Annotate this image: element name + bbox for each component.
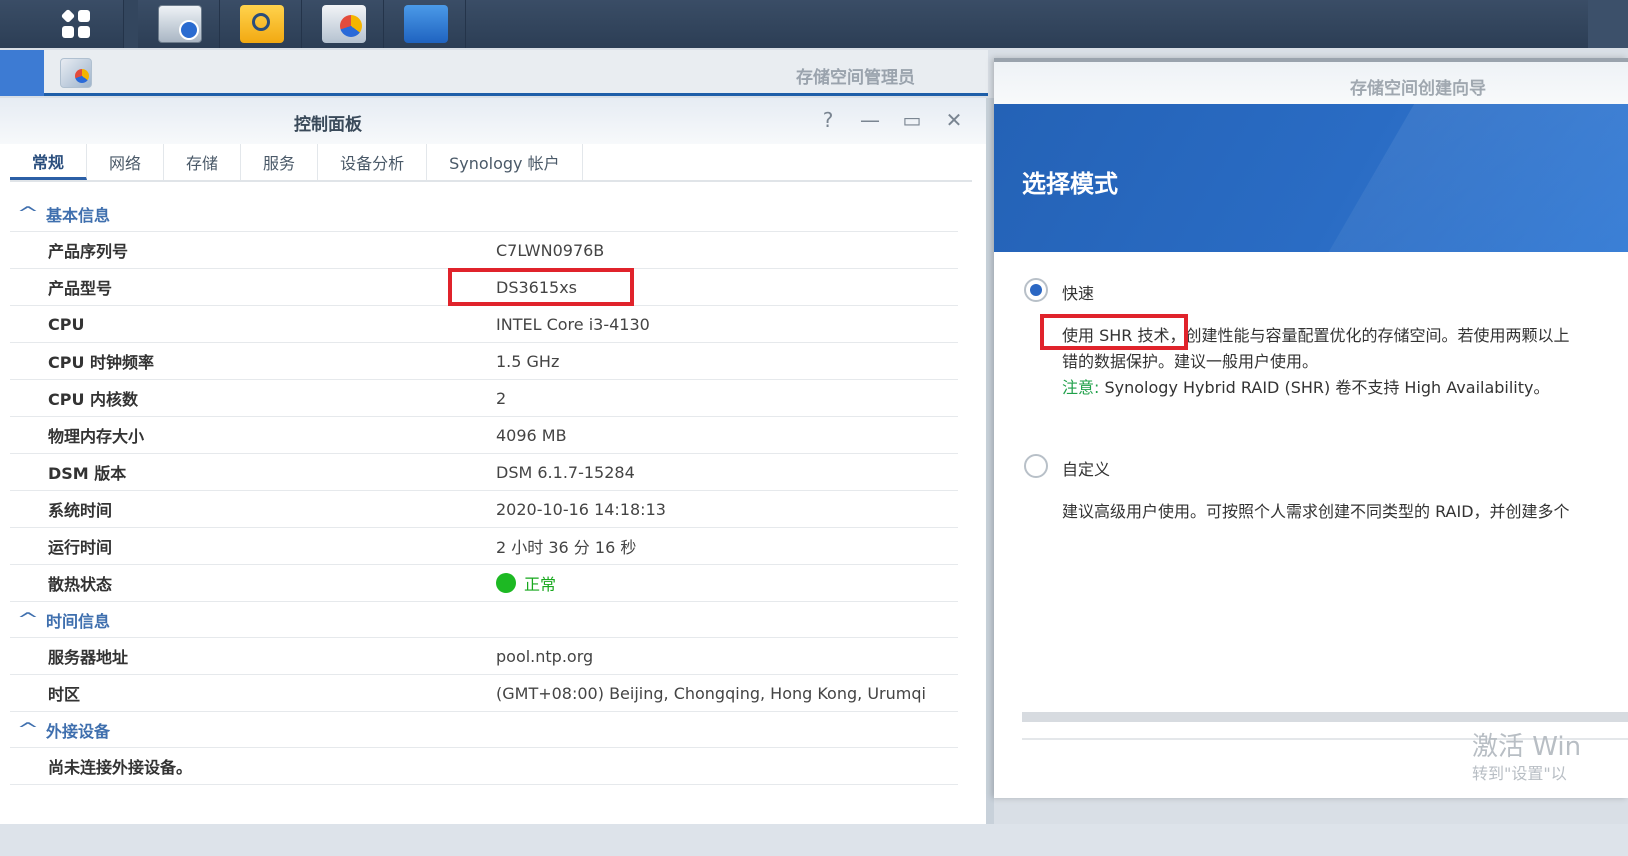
activation-watermark: 激活 Win <box>1472 732 1582 762</box>
section-label: 外接设备 <box>46 721 111 741</box>
row-key: 运行时间 <box>48 538 113 557</box>
row-value: 2 小时 36 分 16 秒 <box>496 538 637 557</box>
taskbar <box>0 0 1628 48</box>
storage-manager-title: 存储空间管理员 <box>796 68 915 88</box>
row-value: 2 <box>496 388 507 408</box>
row-key: 产品型号 <box>48 279 113 298</box>
note-text: Synology Hybrid RAID (SHR) 卷不支持 High Ava… <box>1104 378 1550 397</box>
status-ok-icon <box>496 573 516 593</box>
row-key: 时区 <box>48 685 81 704</box>
storage-wizard-window: 存储空间创建向导 选择模式 快速 使用 SHR 技术，创建性能与容量配置优化的存… <box>994 58 1628 798</box>
info-row-cpu-cores: CPU 内核数 2 <box>10 380 958 417</box>
row-key: CPU 内核数 <box>48 390 139 409</box>
row-key: 系统时间 <box>48 501 113 520</box>
info-row-ntp-server: 服务器地址 pool.ntp.org <box>10 638 958 675</box>
note-label: 注意: <box>1062 378 1100 397</box>
chevron-up-icon[interactable]: ^ <box>1 719 55 740</box>
storage-manager-icon <box>60 58 92 88</box>
info-row-cpu-clock: CPU 时钟频率 1.5 GHz <box>10 343 958 380</box>
thermal-status: 正常 <box>524 575 557 594</box>
info-row-system-time: 系统时间 2020-10-16 14:18:13 <box>10 491 958 528</box>
close-button[interactable]: ✕ <box>942 108 966 132</box>
option-custom-desc: 建议高级用户使用。可按照个人需求创建不同类型的 RAID，并创建多个 <box>1062 502 1570 521</box>
taskbar-separator <box>124 0 138 48</box>
info-row-no-devices: 尚未连接外接设备。 <box>10 748 958 785</box>
folder-icon <box>239 5 284 43</box>
row-value: 1.5 GHz <box>496 351 560 371</box>
row-key: CPU <box>48 314 85 334</box>
tab-device-analytics[interactable]: 设备分析 <box>318 144 428 180</box>
window-gap <box>986 98 994 824</box>
tab-synology-account[interactable]: Synology 帐户 <box>427 144 583 180</box>
info-row-timezone: 时区 (GMT+08:00) Beijing, Chongqing, Hong K… <box>10 675 958 712</box>
section-external-devices[interactable]: ^ 外接设备 <box>10 712 958 748</box>
row-value: DSM 6.1.7-15284 <box>496 462 635 482</box>
maximize-button[interactable]: ▭ <box>900 108 924 132</box>
wizard-banner: 选择模式 <box>994 104 1628 252</box>
help-button[interactable]: ? <box>816 108 840 132</box>
row-value: 4096 MB <box>496 425 567 445</box>
wizard-heading: 选择模式 <box>1022 170 1118 198</box>
radio-custom[interactable] <box>1024 454 1048 478</box>
row-value: pool.ntp.org <box>496 646 594 666</box>
empty-message: 尚未连接外接设备。 <box>48 758 193 777</box>
section-basic-info[interactable]: ^ 基本信息 <box>10 196 958 232</box>
option-custom-label[interactable]: 自定义 <box>1062 456 1110 480</box>
taskbar-control-panel-button[interactable] <box>140 0 220 48</box>
chevron-up-icon[interactable]: ^ <box>1 609 55 630</box>
window-edge <box>0 50 44 96</box>
row-value: INTEL Core i3-4130 <box>496 314 650 334</box>
section-label: 基本信息 <box>46 205 111 225</box>
resource-monitor-icon <box>403 5 448 43</box>
info-row-dsm-version: DSM 版本 DSM 6.1.7-15284 <box>10 454 958 491</box>
taskbar-file-station-button[interactable] <box>222 0 302 48</box>
row-value: C7LWN0976B <box>496 240 605 260</box>
row-value: 正常 <box>496 571 556 595</box>
minimize-button[interactable]: — <box>858 108 882 132</box>
control-panel-window: 控制面板 ? — ▭ ✕ 常规 网络 存储 服务 设备分析 Synology 帐… <box>0 98 986 824</box>
row-key: CPU 时钟频率 <box>48 353 155 372</box>
row-key: 产品序列号 <box>48 242 129 261</box>
wizard-title: 存储空间创建向导 <box>1350 79 1486 99</box>
info-row-serial: 产品序列号 C7LWN0976B <box>10 232 958 269</box>
info-row-memory: 物理内存大小 4096 MB <box>10 417 958 454</box>
main-menu-icon <box>60 8 90 38</box>
info-row-uptime: 运行时间 2 小时 36 分 16 秒 <box>10 528 958 565</box>
row-key: DSM 版本 <box>48 464 127 483</box>
info-row-thermal: 散热状态 正常 <box>10 565 958 602</box>
taskbar-right-area <box>1588 0 1628 48</box>
control-panel-icon <box>157 5 202 43</box>
tab-storage[interactable]: 存储 <box>164 144 242 180</box>
section-label: 时间信息 <box>46 611 111 631</box>
row-key: 散热状态 <box>48 575 113 594</box>
desktop-bottom <box>0 824 1628 856</box>
row-value: (GMT+08:00) Beijing, Chongqing, Hong Kon… <box>496 683 926 703</box>
taskbar-storage-manager-button[interactable] <box>304 0 384 48</box>
option-quick-label[interactable]: 快速 <box>1062 280 1094 304</box>
storage-manager-icon <box>321 5 366 43</box>
wizard-header: 存储空间创建向导 <box>994 58 1628 104</box>
option-quick-desc-line2: 错的数据保护。建议一般用户使用。 <box>1062 352 1319 371</box>
main-menu-button[interactable] <box>28 0 124 48</box>
tab-network[interactable]: 网络 <box>87 144 165 180</box>
tab-general[interactable]: 常规 <box>10 144 88 180</box>
info-row-cpu: CPU INTEL Core i3-4130 <box>10 306 958 343</box>
radio-quick[interactable] <box>1024 278 1048 302</box>
tab-bar: 常规 网络 存储 服务 设备分析 Synology 帐户 <box>10 144 972 182</box>
highlight-box-model <box>448 268 634 306</box>
section-time-info[interactable]: ^ 时间信息 <box>10 602 958 638</box>
control-panel-header: 控制面板 ? — ▭ ✕ <box>0 98 986 144</box>
storage-manager-window-bar[interactable]: 存储空间管理员 <box>0 50 988 96</box>
row-value: 2020-10-16 14:18:13 <box>496 499 666 519</box>
activation-watermark-sub: 转到"设置"以 <box>1472 764 1567 783</box>
window-title: 控制面板 <box>294 115 362 135</box>
option-quick-note: 注意: Synology Hybrid RAID (SHR) 卷不支持 High… <box>1062 374 1550 398</box>
wizard-footer-bar <box>1022 712 1628 722</box>
highlight-box-shr <box>1040 314 1188 350</box>
chevron-up-icon[interactable]: ^ <box>1 203 55 224</box>
taskbar-resource-monitor-button[interactable] <box>386 0 466 48</box>
tab-services[interactable]: 服务 <box>241 144 319 180</box>
row-key: 服务器地址 <box>48 648 129 667</box>
row-key: 物理内存大小 <box>48 427 145 446</box>
